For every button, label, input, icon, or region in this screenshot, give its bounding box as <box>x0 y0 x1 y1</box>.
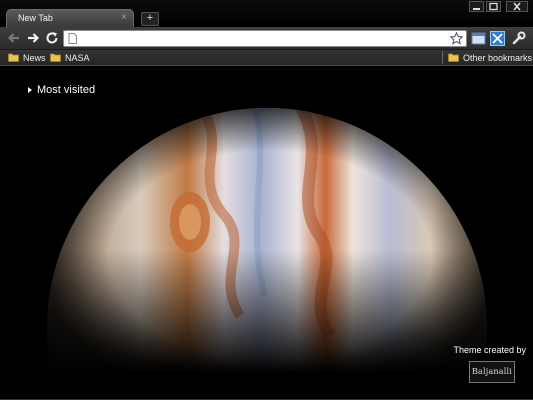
bookmark-news[interactable]: News <box>8 51 46 64</box>
bookmark-separator <box>442 51 443 64</box>
folder-icon <box>448 53 459 62</box>
bookmark-label: NASA <box>65 52 90 63</box>
close-window-button[interactable] <box>506 1 528 12</box>
maximize-button[interactable] <box>486 1 501 12</box>
tab-title: New Tab <box>18 13 53 23</box>
folder-icon <box>8 53 19 62</box>
page-icon <box>68 33 77 44</box>
maximize-icon <box>489 2 498 11</box>
omnibox[interactable] <box>63 30 467 47</box>
minimize-button[interactable] <box>469 1 484 12</box>
most-visited-toggle[interactable]: Most visited <box>28 84 95 96</box>
folder-icon <box>50 53 61 62</box>
back-arrow-icon[interactable] <box>6 30 22 46</box>
theme-author-logo[interactable]: Baljanalli <box>469 361 515 383</box>
bookmark-label: News <box>23 52 46 63</box>
tab-close-icon[interactable]: × <box>121 12 127 24</box>
page-menu-icon[interactable] <box>471 31 486 46</box>
reload-icon[interactable] <box>44 30 60 46</box>
expand-triangle-icon <box>28 87 32 93</box>
new-tab-button[interactable]: + <box>141 12 159 26</box>
close-icon <box>513 2 521 11</box>
toolbar <box>0 27 533 50</box>
bookmarks-bar: News NASA Other bookmarks <box>0 50 533 66</box>
other-bookmarks[interactable]: Other bookmarks <box>448 51 532 64</box>
other-bookmarks-label: Other bookmarks <box>463 52 533 63</box>
wrench-icon[interactable] <box>511 31 526 46</box>
extension-icon[interactable] <box>490 31 505 46</box>
bookmark-nasa[interactable]: NASA <box>50 51 90 64</box>
title-bar: New Tab × + <box>0 0 533 28</box>
theme-credit: Theme created by <box>453 345 526 355</box>
minimize-icon <box>473 8 480 10</box>
star-icon[interactable] <box>450 32 463 45</box>
most-visited-label: Most visited <box>37 84 96 96</box>
tab-new-tab[interactable]: New Tab × <box>6 9 134 27</box>
forward-arrow-icon[interactable] <box>25 30 41 46</box>
